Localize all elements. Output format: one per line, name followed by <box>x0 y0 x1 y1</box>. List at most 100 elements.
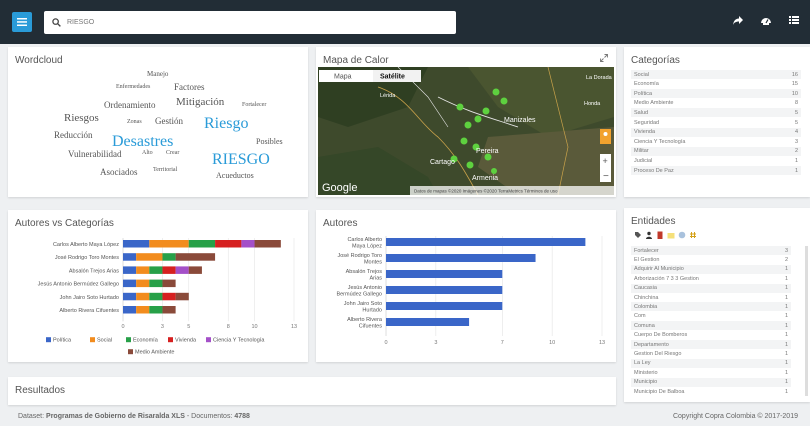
bar-segment-economia[interactable] <box>188 240 216 248</box>
word-riesgo[interactable]: RIESGO <box>212 151 270 169</box>
entidad-row[interactable]: Gestion Del Riesgo 1 <box>631 349 791 358</box>
entidad-row[interactable]: Adquirir Al Municipio 1 <box>631 264 791 274</box>
word-crear[interactable]: Crear <box>166 150 179 156</box>
bar-jesus-antonio-bermudez-gallego[interactable] <box>386 286 503 294</box>
categoria-row[interactable]: Vivienda 4 <box>631 127 801 137</box>
bar-segment-politica[interactable] <box>123 306 137 314</box>
bar-segment-social[interactable] <box>136 253 163 261</box>
map-tab-mapa[interactable]: Mapa <box>334 74 352 81</box>
bar-segment-medio-ambiente[interactable] <box>254 240 281 248</box>
entidad-row[interactable]: Municipio 1 <box>631 377 791 387</box>
expand-icon[interactable] <box>600 54 608 62</box>
word-acueductos[interactable]: Acueductos <box>216 171 254 180</box>
word-territorial[interactable]: Territorial <box>153 167 177 173</box>
hashtag-icon[interactable] <box>689 231 697 239</box>
word-zonas[interactable]: Zonas <box>127 119 142 125</box>
bar-segment-economia[interactable] <box>149 279 163 288</box>
search-input[interactable]: RIESGO <box>44 11 456 34</box>
legend-label-medio-ambiente[interactable]: Medio Ambiente <box>135 350 174 356</box>
bar-segment-politica[interactable] <box>123 279 137 288</box>
bar-absalon-trejos-arias[interactable] <box>386 270 503 278</box>
legend-label-social[interactable]: Social <box>97 338 112 344</box>
entidad-row[interactable]: Comuna 1 <box>631 321 791 331</box>
entidad-row[interactable]: Cuerpo De Bomberos 1 <box>631 331 791 340</box>
entidad-row[interactable]: El Gestion 2 <box>631 255 791 264</box>
word-posibles[interactable]: Posibles <box>256 137 283 146</box>
folder-icon[interactable] <box>667 231 675 239</box>
bar-segment-social[interactable] <box>136 306 150 314</box>
categoria-row[interactable]: Proceso De Paz 1 <box>631 166 801 175</box>
entidad-row[interactable]: La Ley 1 <box>631 358 791 368</box>
share-icon[interactable] <box>732 14 744 26</box>
globe-icon[interactable] <box>678 231 686 239</box>
word-asociados[interactable]: Asociados <box>100 167 138 177</box>
categoria-row[interactable]: Política 10 <box>631 89 801 99</box>
tag-icon[interactable] <box>634 231 642 239</box>
bar-segment-social[interactable] <box>136 279 150 288</box>
entidad-row[interactable]: Municipio De Balboa 1 <box>631 387 791 396</box>
bar-segment-social[interactable] <box>136 292 150 301</box>
categoria-row[interactable]: Medio Ambiente 8 <box>631 99 801 108</box>
entidad-row[interactable]: Departamento 1 <box>631 340 791 349</box>
scrollbar[interactable] <box>805 246 808 396</box>
bar-carlos-alberto-maya-lopez[interactable] <box>386 238 586 246</box>
categoria-row[interactable]: Seguridad 5 <box>631 118 801 127</box>
heatmap-map[interactable]: Cartago Manizales Pereira Armenia La Dor… <box>318 67 614 195</box>
bar-segment-economia[interactable] <box>149 306 163 314</box>
bar-segment-vivienda[interactable] <box>215 240 242 248</box>
person-icon[interactable] <box>645 231 653 239</box>
word-riesgos[interactable]: Riesgos <box>64 112 99 124</box>
bar-segment-politica[interactable] <box>123 266 137 274</box>
legend-label-economia[interactable]: Economía <box>133 338 159 344</box>
list-icon[interactable] <box>788 14 800 26</box>
entidad-row[interactable]: Chinchina 1 <box>631 293 791 302</box>
dashboard-icon[interactable] <box>760 14 772 26</box>
word-manejo[interactable]: Manejo <box>147 70 168 78</box>
bar-segment-medio-ambiente[interactable] <box>162 306 176 314</box>
word-fortalecer[interactable]: Fortalecer <box>242 102 266 108</box>
categoria-row[interactable]: Judicial 1 <box>631 156 801 165</box>
word-riesgo[interactable]: Riesgo <box>204 115 248 133</box>
entidad-row[interactable]: Com 1 <box>631 312 791 321</box>
categoria-row[interactable]: Ciencia Y Tecnología 3 <box>631 137 801 146</box>
bar-segment-economia[interactable] <box>149 266 163 274</box>
entidad-row[interactable]: Arborización 7 3 3 Gestion 1 <box>631 274 791 283</box>
bar-alberto-rivera-cifuentes[interactable] <box>386 318 470 326</box>
bar-segment-ciencia-y-tecnologia[interactable] <box>241 240 255 248</box>
bar-segment-vivienda[interactable] <box>162 292 176 301</box>
building-icon[interactable] <box>656 231 664 239</box>
bar-segment-economia[interactable] <box>149 292 163 301</box>
bar-segment-politica[interactable] <box>123 292 137 301</box>
bar-jose-rodrigo-toro-montes[interactable] <box>386 254 536 262</box>
word-reduccion[interactable]: Reducción <box>54 130 93 140</box>
bar-segment-vivienda[interactable] <box>162 266 176 274</box>
word-mitigacion[interactable]: Mitigación <box>176 96 224 108</box>
word-gestion[interactable]: Gestión <box>155 116 183 126</box>
legend-label-ciencia-y-tecnologia[interactable]: Ciencia Y Tecnología <box>213 338 265 344</box>
bar-segment-medio-ambiente[interactable] <box>175 292 189 301</box>
word-enfermedades[interactable]: Enfermedades <box>116 84 150 90</box>
entidad-row[interactable]: Caucasia 1 <box>631 283 791 293</box>
word-factores[interactable]: Factores <box>174 82 205 92</box>
bar-segment-economia[interactable] <box>162 253 176 261</box>
word-ordenamiento[interactable]: Ordenamiento <box>104 100 155 110</box>
entidad-row[interactable]: Colombia 1 <box>631 302 791 312</box>
bar-segment-politica[interactable] <box>123 240 150 248</box>
legend-label-politica[interactable]: Política <box>53 338 72 344</box>
bar-segment-social[interactable] <box>136 266 150 274</box>
categoria-row[interactable]: Militar 2 <box>631 146 801 156</box>
bar-segment-medio-ambiente[interactable] <box>188 266 202 274</box>
bar-segment-medio-ambiente[interactable] <box>162 279 176 288</box>
bar-john-jairo-soto-hurtado[interactable] <box>386 302 503 310</box>
menu-button[interactable] <box>12 12 32 32</box>
word-vulnerabilidad[interactable]: Vulnerabilidad <box>68 149 121 159</box>
bar-segment-medio-ambiente[interactable] <box>175 253 216 261</box>
bar-segment-social[interactable] <box>149 240 189 248</box>
categoria-row[interactable]: Salud 5 <box>631 108 801 118</box>
categoria-row[interactable]: Social 16 <box>631 70 801 79</box>
bar-segment-ciencia-y-tecnologia[interactable] <box>175 266 189 274</box>
word-alto[interactable]: Alto <box>142 150 153 156</box>
map-tab-satelite[interactable]: Satélite <box>380 74 405 81</box>
entidad-row[interactable]: Ministerio 1 <box>631 368 791 377</box>
entidad-row[interactable]: Fortalecer 3 <box>631 246 791 255</box>
